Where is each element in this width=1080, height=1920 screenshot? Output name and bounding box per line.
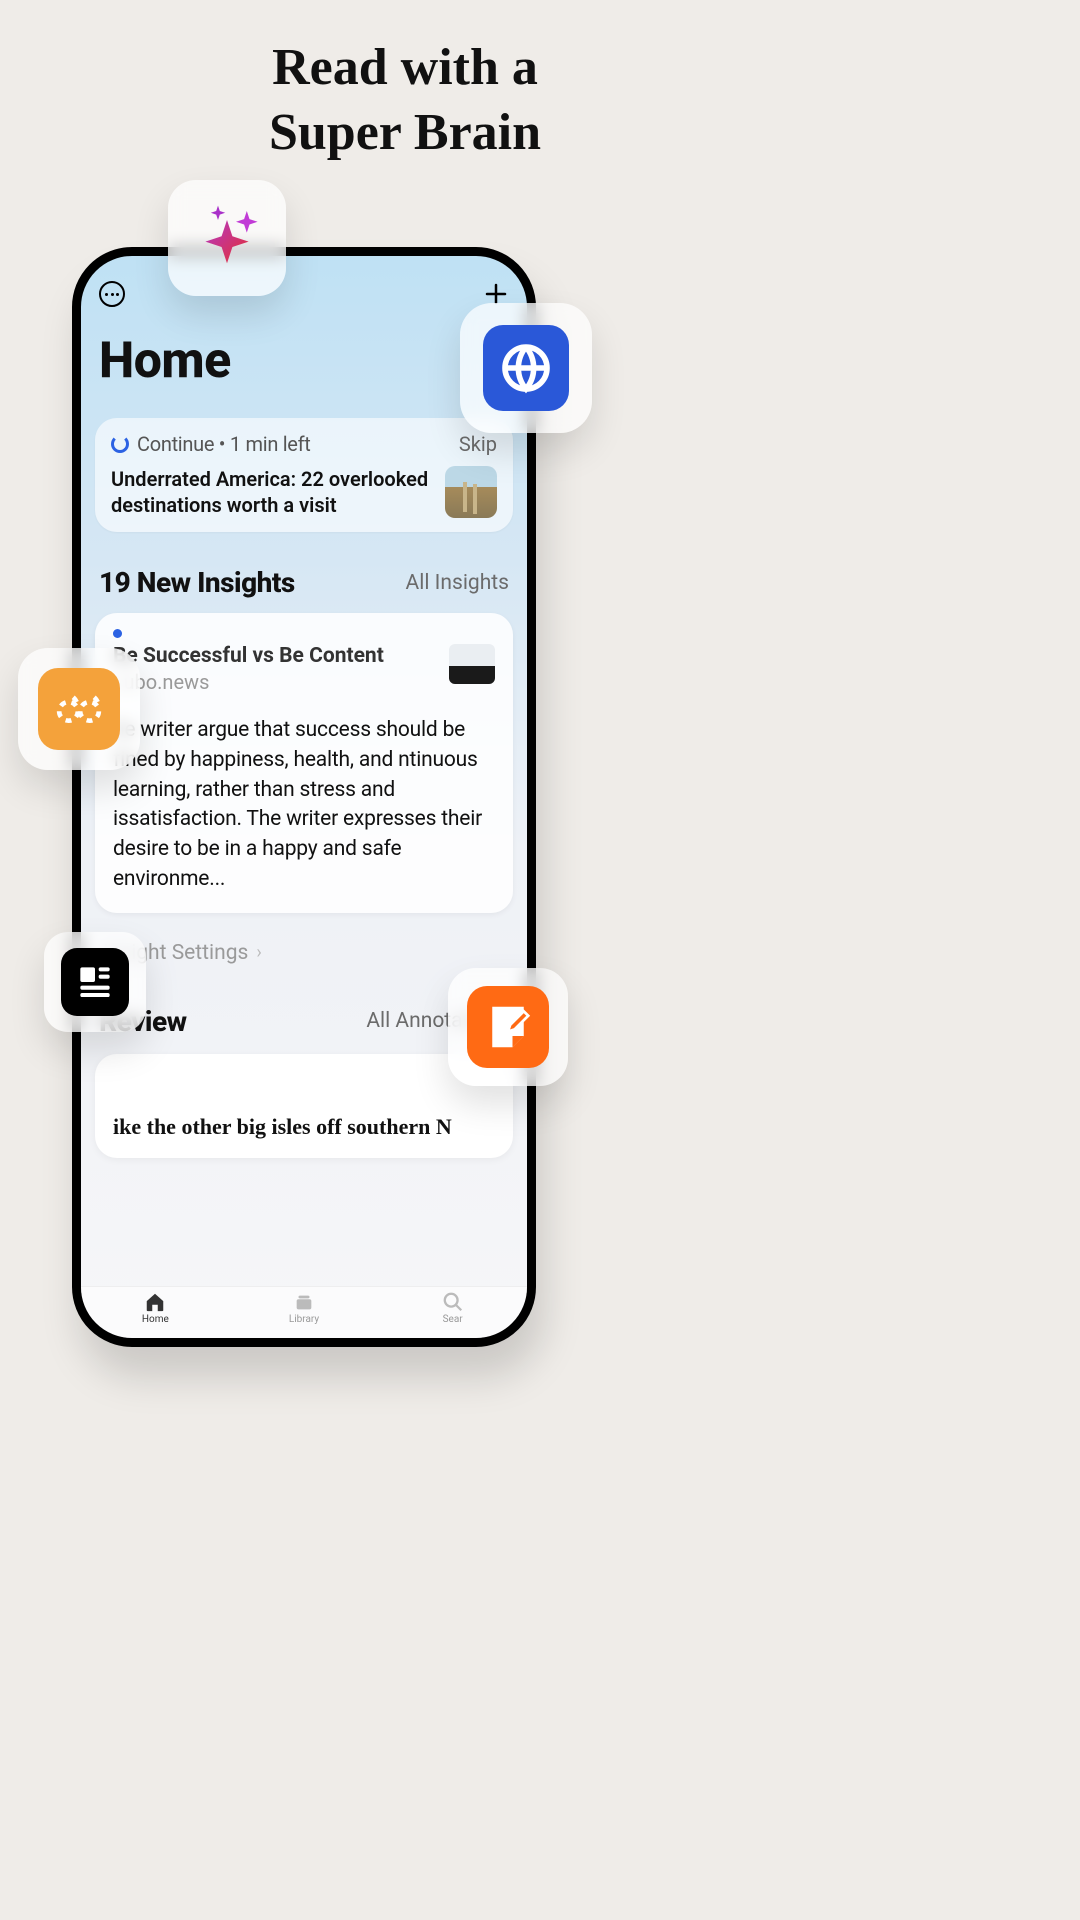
note-badge: [448, 968, 568, 1086]
globe-icon: [498, 340, 554, 396]
tab-bar: Home Library Sear: [81, 1286, 527, 1338]
search-icon: [442, 1291, 464, 1313]
unread-dot-icon: [113, 629, 122, 638]
note-icon: [481, 1000, 535, 1054]
continue-article-title: Underrated America: 22 overlooked destin…: [111, 466, 433, 518]
all-insights-link[interactable]: All Insights: [406, 571, 509, 595]
insight-source: cubo.news: [113, 670, 437, 694]
tab-home-label: Home: [142, 1314, 169, 1325]
library-icon: [293, 1291, 315, 1313]
headline-line-1: Read with a: [0, 35, 810, 100]
more-button[interactable]: [97, 279, 127, 309]
page-title: Home: [99, 332, 513, 390]
headline-line-2: Super Brain: [0, 100, 810, 165]
insight-title: Be Successful vs Be Content: [113, 644, 437, 668]
insights-section-title: 19 New Insights: [99, 566, 295, 599]
quote-icon: [51, 681, 107, 737]
globe-badge: [460, 303, 592, 433]
news-badge: [44, 932, 146, 1032]
insights-header: 19 New Insights All Insights: [95, 566, 513, 599]
tab-home[interactable]: Home: [115, 1291, 195, 1325]
insight-card[interactable]: Be Successful vs Be Content cubo.news he…: [95, 613, 513, 913]
home-icon: [144, 1291, 166, 1313]
progress-spinner-icon: [111, 435, 129, 453]
top-bar: [95, 274, 513, 314]
marketing-headline: Read with a Super Brain: [0, 35, 810, 165]
tab-library-label: Library: [289, 1314, 319, 1325]
continue-thumbnail: [445, 466, 497, 518]
sparkle-icon: [182, 193, 272, 283]
tab-library[interactable]: Library: [264, 1291, 344, 1325]
review-snippet: ike the other big isles off southern N: [113, 1114, 495, 1140]
quote-badge: [18, 648, 140, 770]
insight-thumbnail: [449, 644, 495, 684]
news-icon: [73, 960, 117, 1004]
more-icon: [99, 281, 125, 307]
insight-body: he writer argue that success should be f…: [113, 716, 495, 895]
tab-search-label: Sear: [443, 1314, 463, 1325]
sparkle-badge: [168, 180, 286, 296]
insight-settings-link[interactable]: Insight Settings ›: [95, 941, 513, 965]
continue-label: Continue • 1 min left: [137, 432, 311, 456]
continue-card[interactable]: Continue • 1 min left Skip Underrated Am…: [95, 418, 513, 532]
tab-search[interactable]: Sear: [413, 1291, 493, 1325]
skip-button[interactable]: Skip: [459, 432, 497, 456]
chevron-right-icon: ›: [256, 942, 261, 963]
